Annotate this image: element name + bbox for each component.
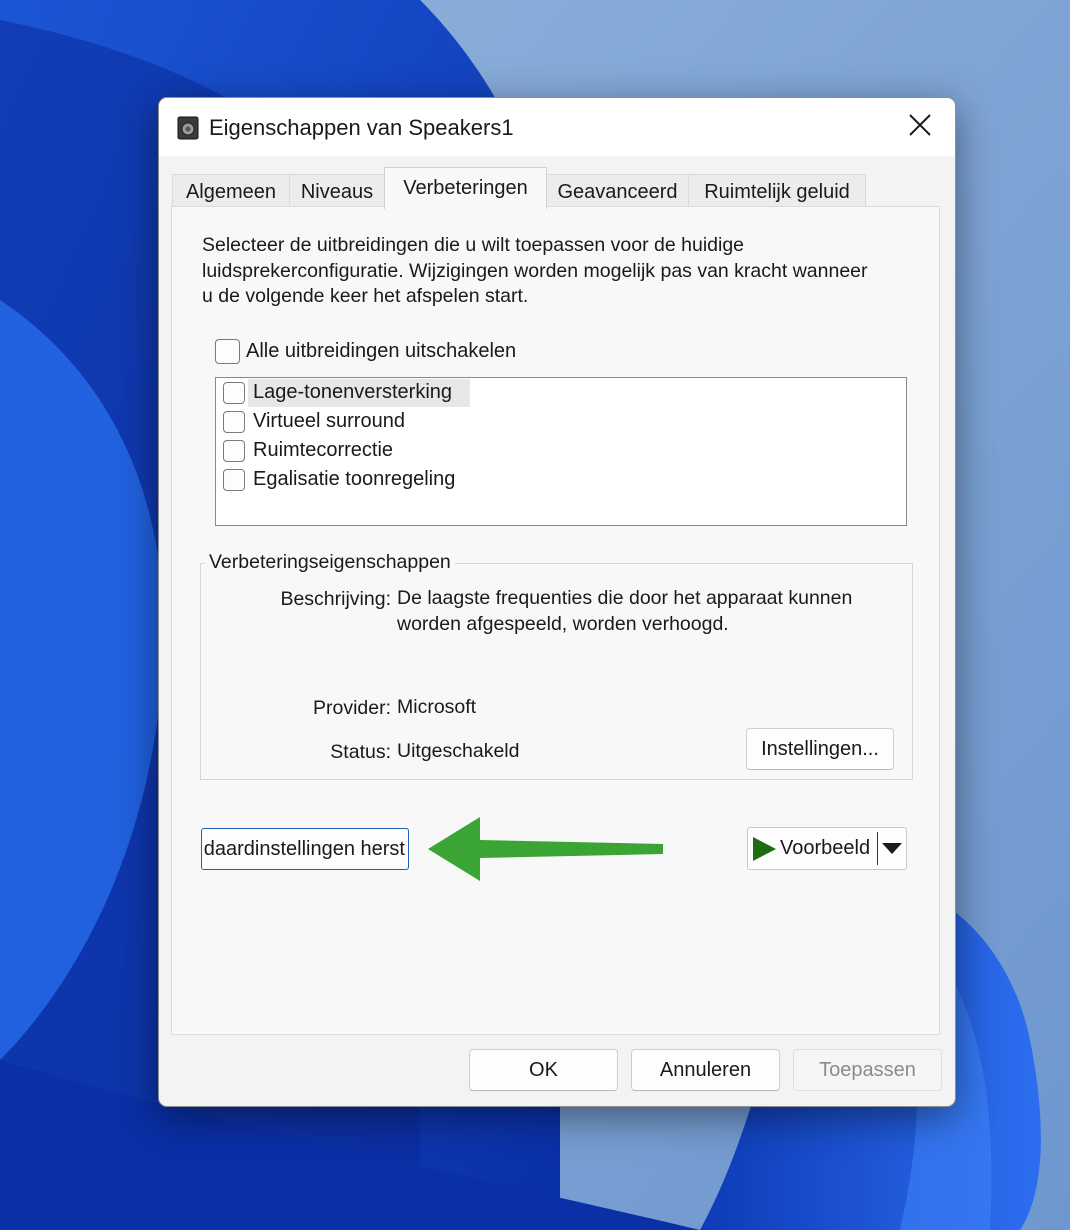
restore-defaults-label: daardinstellingen herst bbox=[203, 838, 405, 860]
green-arrow-icon bbox=[425, 814, 665, 884]
enhancement-label: Lage-tonenversterking bbox=[253, 381, 453, 403]
restore-defaults-button[interactable]: daardinstellingen herst bbox=[201, 828, 409, 870]
apply-button[interactable]: Toepassen bbox=[793, 1049, 942, 1091]
enhancement-label: Virtueel surround bbox=[253, 410, 405, 432]
tab-algemeen[interactable]: Algemeen bbox=[172, 174, 290, 208]
preview-label: Voorbeeld bbox=[780, 837, 871, 859]
enhancement-checkbox[interactable] bbox=[223, 469, 245, 491]
title-bar[interactable]: Eigenschappen van Speakers1 bbox=[159, 98, 955, 156]
chevron-down-icon[interactable] bbox=[882, 843, 902, 855]
settings-button[interactable]: Instellingen... bbox=[746, 728, 894, 770]
preview-split-button[interactable]: Voorbeeld bbox=[747, 827, 907, 870]
enhancement-checkbox[interactable] bbox=[223, 440, 245, 462]
play-icon bbox=[753, 837, 776, 861]
enhancement-label: Ruimtecorrectie bbox=[253, 439, 394, 461]
enhancement-checkbox[interactable] bbox=[223, 382, 245, 404]
enhancement-checkbox[interactable] bbox=[223, 411, 245, 433]
close-icon bbox=[909, 114, 931, 136]
enhancements-list[interactable]: Lage-tonenversterking Virtueel surround … bbox=[215, 377, 907, 526]
tab-geavanceerd[interactable]: Geavanceerd bbox=[546, 174, 689, 208]
window-title: Eigenschappen van Speakers1 bbox=[209, 115, 514, 140]
group-caption: Verbeteringseigenschappen bbox=[205, 551, 455, 574]
provider-label: Provider: bbox=[312, 697, 391, 719]
tab-niveaus[interactable]: Niveaus bbox=[289, 174, 385, 208]
ok-button[interactable]: OK bbox=[469, 1049, 618, 1091]
provider-value: Microsoft bbox=[397, 696, 477, 718]
intro-text: Selecteer de uitbreidingen die u wilt to… bbox=[202, 234, 868, 307]
enhancement-label: Egalisatie toonregeling bbox=[253, 468, 456, 490]
status-label: Status: bbox=[330, 741, 391, 763]
speaker-icon bbox=[177, 116, 199, 140]
tab-verbeteringen[interactable]: Verbeteringen bbox=[384, 167, 547, 209]
disable-all-label[interactable]: Alle uitbreidingen uitschakelen bbox=[246, 340, 516, 363]
properties-dialog: Eigenschappen van Speakers1 Algemeen Niv… bbox=[158, 97, 956, 1107]
description-value: De laagste frequenties die door het appa… bbox=[397, 587, 853, 635]
disable-all-checkbox[interactable] bbox=[215, 339, 240, 364]
description-label: Beschrijving: bbox=[280, 588, 391, 610]
close-button[interactable] bbox=[885, 98, 955, 156]
cancel-button[interactable]: Annuleren bbox=[631, 1049, 780, 1091]
status-value: Uitgeschakeld bbox=[397, 740, 520, 762]
tab-ruimtelijk-geluid[interactable]: Ruimtelijk geluid bbox=[688, 174, 866, 208]
